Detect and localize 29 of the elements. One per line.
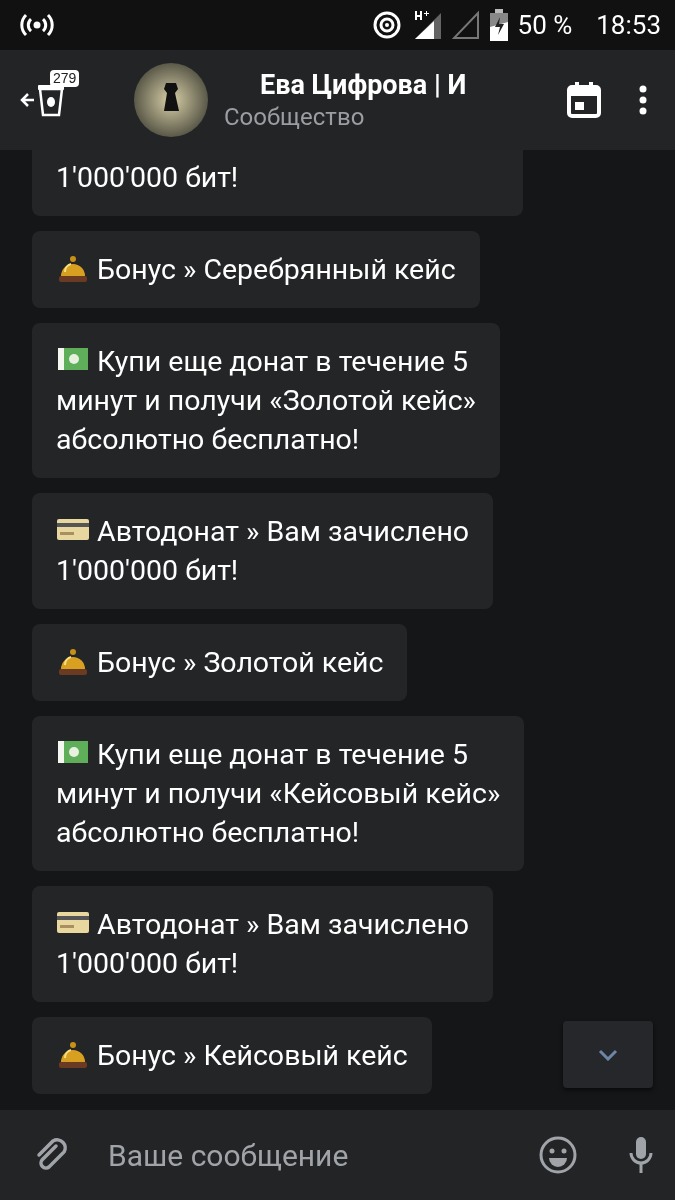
- chevron-down-icon: [598, 1048, 618, 1061]
- battery-level: 50 %: [517, 10, 573, 40]
- clock: 18:53: [596, 10, 661, 40]
- back-button[interactable]: 279: [20, 70, 100, 130]
- microphone-button[interactable]: [627, 1135, 655, 1175]
- message-field[interactable]: Ваше сообщение: [108, 1127, 539, 1183]
- hotspot-icon: [371, 10, 402, 40]
- microphone-icon: [627, 1135, 655, 1175]
- message-text: Автодонат » Вам зачислено 1'000'000 бит!: [56, 512, 470, 590]
- unread-badge: 279: [50, 70, 80, 87]
- message-text: Бонус » Серебрянный кейс: [56, 250, 456, 289]
- message-text: 1'000'000 бит!: [56, 160, 240, 196]
- message-composer[interactable]: Ваше сообщение: [0, 1110, 675, 1200]
- avatar[interactable]: [134, 63, 208, 137]
- chat-title: Ева Цифрова | И: [260, 69, 468, 101]
- smiley-icon: [539, 1136, 577, 1174]
- back-arrow-icon: [20, 92, 36, 108]
- cup-icon: [36, 83, 66, 117]
- message-text: Бонус » Золотой кейс: [56, 643, 384, 682]
- chat-subtitle: Сообщество: [224, 103, 366, 131]
- message-text: Бонус » Кейсовый кейс: [56, 1036, 408, 1075]
- signal-icon: [451, 10, 480, 40]
- more-icon: [639, 85, 647, 115]
- message-text: Купи еще донат в течение 5 минут и получи «Кейсовый кейс» абсолютно бесплатно!: [56, 735, 501, 852]
- calendar-icon: [567, 82, 601, 118]
- emoji-button[interactable]: [539, 1136, 577, 1174]
- battery-icon: [489, 9, 508, 41]
- message-text: Купи еще донат в течение 5 минут и получи «Золотой кейс» абсолютно бесплатно!: [56, 342, 476, 459]
- message-text: Автодонат » Вам зачислено 1'000'000 бит!: [56, 905, 470, 983]
